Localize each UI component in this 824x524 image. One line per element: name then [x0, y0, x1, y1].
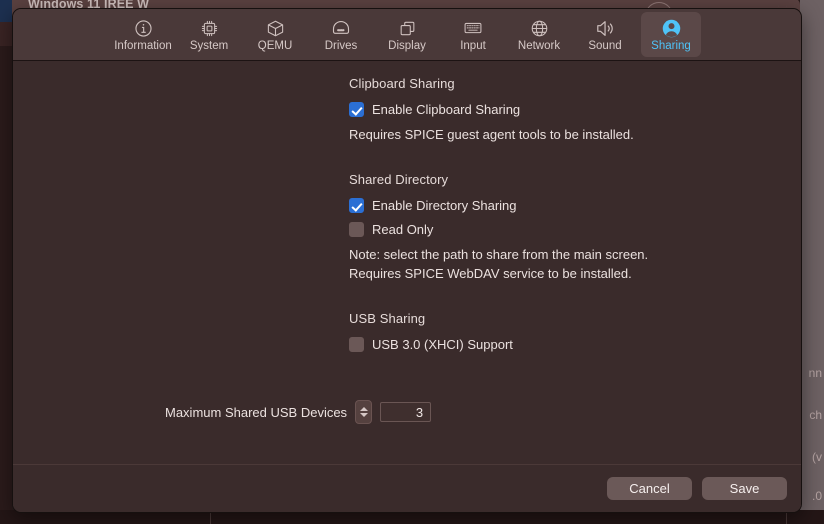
enable-directory-sharing-checkbox[interactable]: [349, 198, 364, 213]
tab-qemu[interactable]: QEMU: [245, 12, 305, 57]
tab-label-sharing: Sharing: [651, 39, 691, 52]
windows-stack-icon: [398, 18, 417, 39]
shared-directory-heading: Shared Directory: [349, 172, 449, 187]
hard-drive-icon: [331, 18, 351, 39]
info-circle-icon: [134, 18, 153, 39]
save-button[interactable]: Save: [702, 477, 787, 500]
sharing-settings-panel: Clipboard Sharing Enable Clipboard Shari…: [13, 61, 801, 464]
enable-clipboard-sharing-label: Enable Clipboard Sharing: [372, 102, 521, 117]
usb3-xhci-checkbox[interactable]: [349, 337, 364, 352]
shared-directory-note-line-1: Note: select the path to share from the …: [349, 247, 649, 262]
background-text-fragment-1: nn: [808, 366, 822, 380]
vm-settings-dialog: Information System QEMU Drives Display I…: [12, 8, 802, 513]
sharing-form-column: Clipboard Sharing Enable Clipboard Shari…: [349, 76, 769, 361]
tab-label-input: Input: [460, 39, 486, 52]
tab-network[interactable]: Network: [509, 12, 569, 57]
keyboard-icon: [463, 18, 483, 39]
shared-directory-note-line-2: Requires SPICE WebDAV service to be inst…: [349, 266, 632, 281]
max-shared-usb-devices-input[interactable]: 3: [380, 402, 432, 422]
read-only-label: Read Only: [372, 222, 434, 237]
tab-label-network: Network: [517, 39, 561, 52]
background-text-fragment-3: (v: [812, 450, 822, 464]
enable-directory-sharing-row[interactable]: Enable Directory Sharing: [349, 198, 769, 213]
stepper-down-icon[interactable]: [359, 413, 368, 417]
tab-label-sound: Sound: [588, 39, 622, 52]
tab-sharing[interactable]: Sharing: [641, 12, 701, 57]
max-shared-usb-devices-stepper[interactable]: [355, 400, 373, 424]
tab-label-system: System: [189, 39, 229, 52]
usb3-xhci-row[interactable]: USB 3.0 (XHCI) Support: [349, 337, 769, 352]
usb3-xhci-label: USB 3.0 (XHCI) Support: [372, 337, 513, 352]
enable-clipboard-sharing-checkbox[interactable]: [349, 102, 364, 117]
dialog-footer: Cancel Save: [13, 464, 801, 512]
stepper-up-icon[interactable]: [359, 407, 368, 411]
read-only-checkbox[interactable]: [349, 222, 364, 237]
box-cube-icon: [266, 18, 285, 39]
tab-label-drives: Drives: [324, 39, 358, 52]
tab-label-qemu: QEMU: [257, 39, 293, 52]
tab-input[interactable]: Input: [443, 12, 503, 57]
tab-label-display: Display: [388, 39, 426, 52]
enable-clipboard-sharing-row[interactable]: Enable Clipboard Sharing: [349, 102, 769, 117]
enable-directory-sharing-label: Enable Directory Sharing: [372, 198, 517, 213]
tab-drives[interactable]: Drives: [311, 12, 371, 57]
cpu-chip-icon: [200, 18, 219, 39]
background-right-gutter: [800, 0, 824, 524]
read-only-row[interactable]: Read Only: [349, 222, 769, 237]
settings-toolbar: Information System QEMU Drives Display I…: [13, 9, 801, 61]
cancel-button[interactable]: Cancel: [607, 477, 692, 500]
max-shared-usb-devices-value: 3: [415, 404, 424, 420]
speaker-icon: [595, 18, 616, 39]
clipboard-sharing-note: Requires SPICE guest agent tools to be i…: [349, 127, 634, 142]
usb-sharing-heading: USB Sharing: [349, 311, 426, 326]
tab-label-information: Information: [114, 39, 172, 52]
background-text-fragment-2: ch: [809, 408, 822, 422]
background-left-strip: [0, 0, 12, 524]
max-shared-usb-devices-label: Maximum Shared USB Devices: [165, 404, 348, 420]
tab-sound[interactable]: Sound: [575, 12, 635, 57]
max-shared-usb-devices-row: Maximum Shared USB Devices 3: [165, 400, 432, 424]
tab-system[interactable]: System: [179, 12, 239, 57]
clipboard-sharing-heading: Clipboard Sharing: [349, 76, 455, 91]
background-text-fragment-4: .0: [811, 489, 822, 503]
person-circle-icon: [661, 18, 682, 39]
globe-icon: [530, 18, 549, 39]
tab-display[interactable]: Display: [377, 12, 437, 57]
tab-information[interactable]: Information: [113, 12, 173, 57]
